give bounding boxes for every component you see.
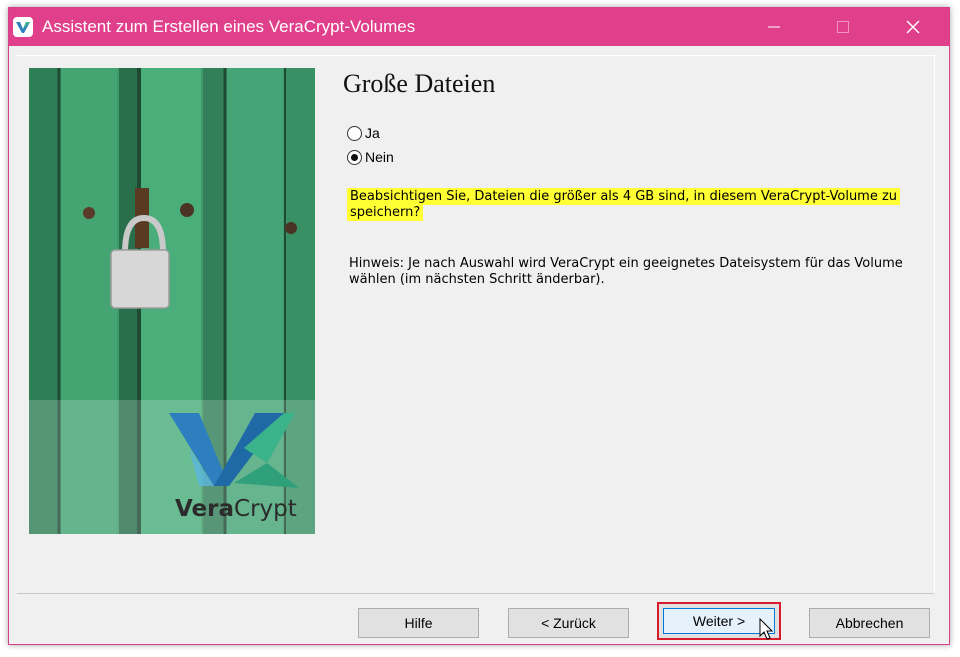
veracrypt-app-icon: [13, 17, 33, 37]
mouse-cursor-icon: [759, 618, 774, 640]
cancel-button[interactable]: Abbrechen: [809, 608, 930, 638]
close-icon[interactable]: [890, 8, 936, 46]
page-heading: Große Dateien: [343, 69, 496, 98]
minimize-icon[interactable]: [751, 8, 797, 46]
radio-label-ja[interactable]: Ja: [365, 125, 380, 141]
window-title: Assistent zum Erstellen eines VeraCrypt-…: [42, 17, 416, 36]
maximize-icon[interactable]: [820, 8, 866, 46]
wizard-window: Assistent zum Erstellen eines VeraCrypt-…: [8, 7, 950, 645]
radio-button-nein[interactable]: [347, 149, 362, 165]
back-button[interactable]: < Zurück: [508, 608, 629, 638]
question-text: Beabsichtigen Sie, Dateien die größer al…: [347, 188, 901, 221]
help-button[interactable]: Hilfe: [358, 608, 479, 638]
radio-label-nein[interactable]: Nein: [365, 149, 394, 165]
banner-logo-light: Crypt: [234, 496, 297, 522]
title-bar[interactable]: Assistent zum Erstellen eines VeraCrypt-…: [9, 8, 949, 46]
question-text-highlight: Beabsichtigen Sie, Dateien die größer al…: [347, 188, 901, 221]
veracrypt-banner-image: VeraCrypt: [29, 68, 315, 534]
radio-option-nein[interactable]: Nein: [347, 149, 394, 165]
hint-text: Hinweis: Je nach Auswahl wird VeraCrypt …: [349, 256, 903, 287]
banner-logo-bold: Vera: [175, 496, 235, 522]
radio-button-ja[interactable]: [347, 125, 362, 141]
radio-option-ja[interactable]: Ja: [347, 125, 380, 141]
